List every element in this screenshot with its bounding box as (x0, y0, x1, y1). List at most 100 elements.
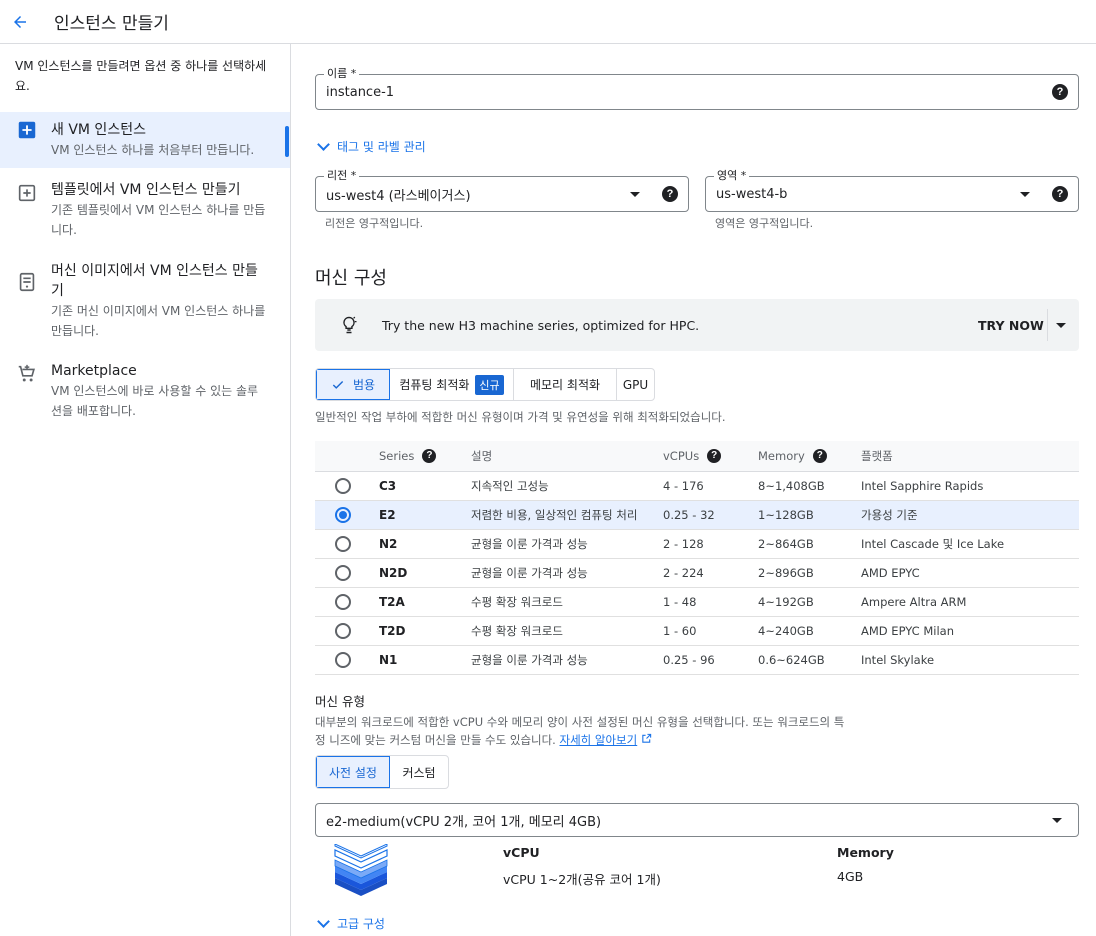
series-radio[interactable] (335, 593, 351, 610)
tab-preset[interactable]: 사전 설정 (316, 756, 390, 788)
tab-label: 메모리 최적화 (529, 378, 601, 392)
series-radio[interactable] (335, 651, 351, 668)
series-table: Series? 설명 vCPUs? Memory? 플랫폼 C3 지속적인 고성… (315, 441, 1079, 675)
sidebar-item-title: 템플릿에서 VM 인스턴스 만들기 (51, 182, 241, 198)
tags-labels-toggle[interactable]: 태그 및 라벨 관리 (317, 137, 426, 155)
col-header-label: 설명 (471, 448, 493, 463)
sidebar-intro: VM 인스턴스를 만들려면 옵션 중 하나를 선택하세요. (15, 59, 267, 93)
tab-compute-optimized[interactable]: 컴퓨팅 최적화 신규 (390, 369, 514, 400)
region-value: us-west4 (라스베이거스) (326, 188, 471, 204)
series-radio[interactable] (335, 564, 351, 581)
machine-stack-icon (334, 844, 388, 896)
table-row[interactable]: E2 저렴한 비용, 일상적인 컴퓨팅 처리 0.25 - 32 1~128GB… (315, 500, 1079, 530)
active-indicator (285, 126, 289, 157)
machine-image-icon (19, 272, 35, 292)
advanced-config-toggle[interactable]: 고급 구성 (317, 914, 385, 932)
tab-label: 범용 (352, 378, 376, 392)
banner-text: Try the new H3 machine series, optimized… (382, 317, 700, 333)
series-platform: Intel Cascade 및 Ice Lake (861, 529, 1079, 559)
col-header-vcpus: vCPUs? (663, 441, 758, 472)
series-memory: 1~128GB (758, 500, 861, 530)
table-header-row: Series? 설명 vCPUs? Memory? 플랫폼 (315, 441, 1079, 472)
series-platform: AMD EPYC Milan (861, 616, 1079, 646)
chevron-down-icon (317, 137, 330, 151)
series-name: N2D (379, 558, 471, 588)
sidebar-item-marketplace[interactable]: Marketplace VM 인스턴스에 바로 사용할 수 있는 솔루션을 배포… (0, 361, 290, 421)
series-radio[interactable] (335, 622, 351, 639)
top-bar: 인스턴스 만들기 (0, 0, 1096, 44)
add-box-icon (18, 121, 36, 139)
table-row[interactable]: T2A 수평 확장 워크로드 1 - 48 4~192GB Ampere Alt… (315, 587, 1079, 617)
page-title: 인스턴스 만들기 (54, 14, 169, 34)
help-icon[interactable]: ? (662, 186, 678, 202)
series-desc: 균형을 이룬 가격과 성능 (471, 645, 663, 675)
series-name: T2A (379, 587, 471, 617)
series-platform: Intel Skylake (861, 645, 1079, 675)
col-header-label: Series (379, 448, 415, 463)
tab-memory-optimized[interactable]: 메모리 최적화 (514, 369, 617, 400)
arrow-left-icon (14, 15, 26, 28)
sidebar-item-from-template[interactable]: 템플릿에서 VM 인스턴스 만들기 기존 템플릿에서 VM 인스턴스 하나를 만… (0, 180, 290, 240)
name-field[interactable]: 이름 * instance-1 ? (315, 67, 1079, 110)
series-desc: 수평 확장 워크로드 (471, 587, 663, 617)
sidebar-item-from-machine-image[interactable]: 머신 이미지에서 VM 인스턴스 만들기 기존 머신 이미지에서 VM 인스턴스… (0, 261, 290, 341)
series-desc: 균형을 이룬 가격과 성능 (471, 529, 663, 559)
table-row[interactable]: N1 균형을 이룬 가격과 성능 0.25 - 96 0.6~624GB Int… (315, 645, 1079, 675)
series-memory: 0.6~624GB (758, 645, 861, 675)
series-vcpus: 0.25 - 96 (663, 645, 758, 675)
series-name: N2 (379, 529, 471, 559)
help-icon[interactable]: ? (1052, 186, 1068, 202)
series-memory: 8~1,408GB (758, 471, 861, 501)
series-vcpus: 0.25 - 32 (663, 500, 758, 530)
main-content: 이름 * instance-1 ? 태그 및 라벨 관리 리전 * us-wes… (291, 44, 1096, 936)
series-radio[interactable] (335, 506, 351, 523)
help-icon[interactable]: ? (707, 448, 722, 463)
machine-type-title: 머신 유형 (315, 694, 365, 709)
vcpu-value: vCPU 1~2개(공유 코어 1개) (503, 872, 661, 887)
section-title: 머신 구성 (315, 268, 387, 289)
tab-gpu[interactable]: GPU (617, 369, 654, 400)
series-platform: AMD EPYC (861, 558, 1079, 588)
machine-type-select[interactable]: e2-medium(vCPU 2개, 코어 1개, 메모리 4GB) (315, 803, 1079, 837)
sidebar-item-new-vm[interactable]: 새 VM 인스턴스 VM 인스턴스 하나를 처음부터 만듭니다. (0, 112, 290, 168)
learn-more-link[interactable]: 자세히 알아보기 (560, 733, 638, 747)
divider (1047, 309, 1048, 341)
back-button[interactable] (1, 3, 39, 41)
series-vcpus: 2 - 224 (663, 558, 758, 588)
series-radio[interactable] (335, 477, 351, 494)
try-now-button[interactable]: TRY NOW (978, 299, 1044, 351)
tags-labels-label: 태그 및 라벨 관리 (337, 140, 426, 154)
marketplace-cart-icon (18, 364, 35, 382)
series-memory: 2~896GB (758, 558, 861, 588)
region-select[interactable]: 리전 * us-west4 (라스베이거스) ? (315, 169, 689, 212)
table-row[interactable]: N2 균형을 이룬 가격과 성능 2 - 128 2~864GB Intel C… (315, 529, 1079, 559)
series-platform: Intel Sapphire Rapids (861, 471, 1079, 501)
sidebar-item-title: 머신 이미지에서 VM 인스턴스 만들기 (51, 263, 258, 299)
col-header-desc: 설명 (471, 441, 663, 472)
dropdown-arrow-icon[interactable] (1056, 323, 1066, 328)
col-header-label: Memory (758, 448, 805, 463)
help-icon[interactable]: ? (1052, 84, 1068, 100)
series-platform: 가용성 기준 (861, 500, 1079, 530)
tab-custom[interactable]: 커스텀 (390, 756, 448, 788)
series-radio[interactable] (335, 535, 351, 552)
table-row[interactable]: N2D 균형을 이룬 가격과 성능 2 - 224 2~896GB AMD EP… (315, 558, 1079, 588)
table-row[interactable]: T2D 수평 확장 워크로드 1 - 60 4~240GB AMD EPYC M… (315, 616, 1079, 646)
table-row[interactable]: C3 지속적인 고성능 4 - 176 8~1,408GB Intel Sapp… (315, 471, 1079, 501)
memory-label: Memory (837, 845, 894, 860)
tab-general-purpose[interactable]: 범용 (316, 369, 390, 400)
help-icon[interactable]: ? (812, 448, 827, 463)
tab-label: 컴퓨팅 최적화 (399, 378, 470, 392)
series-memory: 2~864GB (758, 529, 861, 559)
tab-label: 커스텀 (402, 765, 436, 780)
zone-select[interactable]: 영역 * us-west4-b ? (705, 169, 1079, 212)
series-memory: 4~192GB (758, 587, 861, 617)
series-name: N1 (379, 645, 471, 675)
chevron-down-icon (317, 914, 330, 928)
help-icon[interactable]: ? (422, 448, 437, 463)
lightbulb-icon (343, 316, 357, 334)
series-vcpus: 4 - 176 (663, 471, 758, 501)
new-badge: 신규 (475, 374, 504, 395)
machine-family-tabs: 범용 컴퓨팅 최적화 신규 메모리 최적화 GPU (315, 368, 655, 401)
memory-value: 4GB (837, 869, 864, 884)
